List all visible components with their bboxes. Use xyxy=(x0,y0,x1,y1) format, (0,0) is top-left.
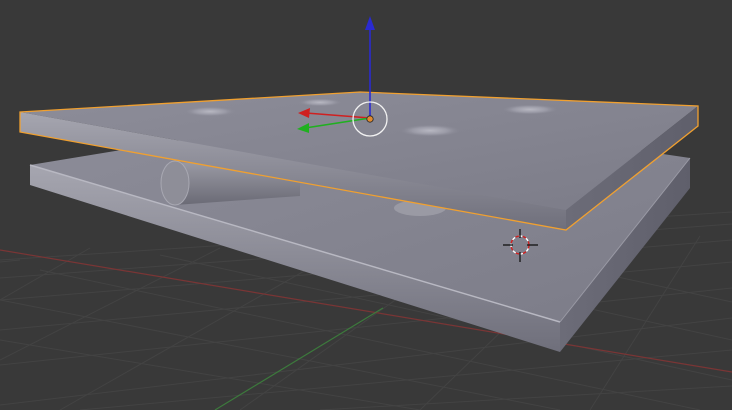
dimple xyxy=(298,98,342,106)
y-axis-line xyxy=(214,307,384,410)
z-arrow-icon[interactable] xyxy=(365,16,375,30)
pivot-point-icon xyxy=(366,115,374,123)
dimple xyxy=(400,124,460,136)
dimple xyxy=(184,106,236,116)
dimple xyxy=(502,104,558,114)
3d-viewport[interactable] xyxy=(0,0,732,410)
viewport-canvas[interactable] xyxy=(0,0,732,410)
